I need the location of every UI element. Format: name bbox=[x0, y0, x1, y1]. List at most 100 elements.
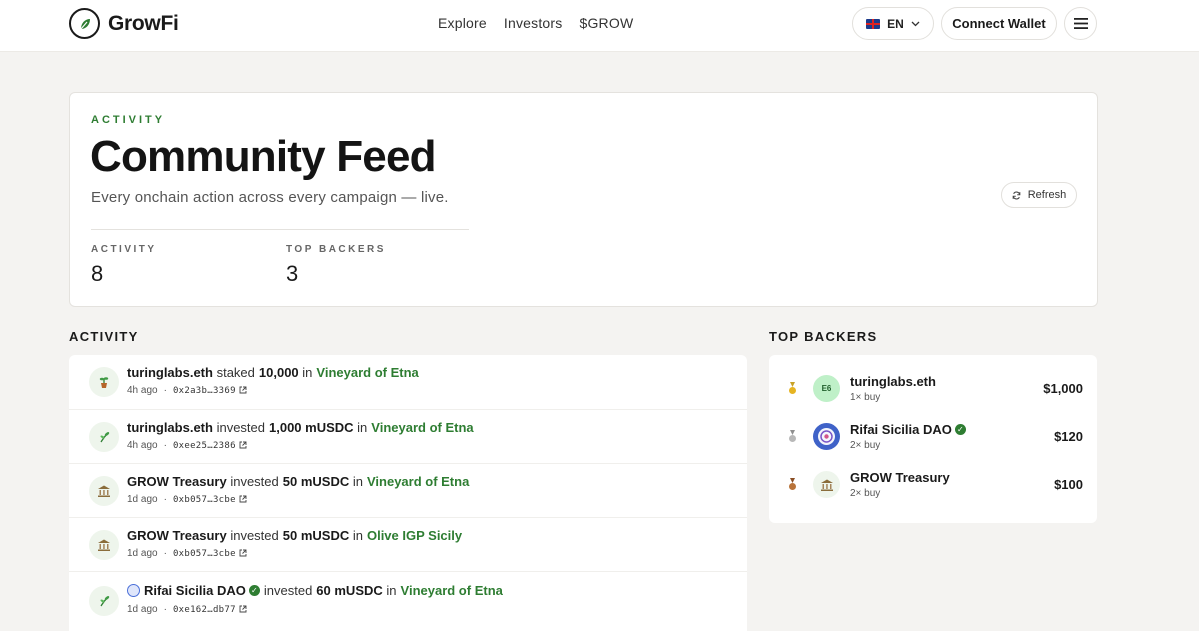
top-backers-list: E6 turinglabs.eth 1× buy $1,000 Rifai Si… bbox=[769, 355, 1097, 523]
activity-row[interactable]: turinglabs.eth staked 10,000 in Vineyard… bbox=[69, 355, 747, 409]
refresh-icon bbox=[1012, 190, 1021, 200]
campaign-link[interactable]: Vineyard of Etna bbox=[316, 365, 418, 380]
backer-row[interactable]: GROW Treasury 2× buy $100 bbox=[769, 463, 1097, 511]
action-amount: 10,000 bbox=[258, 365, 299, 380]
backer-name: Rifai Sicilia DAO bbox=[850, 422, 952, 437]
action-verb: staked bbox=[216, 365, 255, 380]
nav-investors[interactable]: Investors bbox=[504, 15, 563, 31]
leaf-logo-icon bbox=[69, 8, 100, 39]
backer-row[interactable]: E6 turinglabs.eth 1× buy $1,000 bbox=[769, 367, 1097, 415]
verified-check-icon: ✓ bbox=[954, 424, 966, 435]
sprout-icon bbox=[89, 422, 119, 452]
actor-name[interactable]: turinglabs.eth bbox=[127, 420, 213, 435]
activity-meta: 4h ago · 0xee25…2386 bbox=[127, 440, 247, 451]
stat-top-backers-value: 3 bbox=[286, 261, 299, 286]
action-preposition: in bbox=[357, 420, 368, 435]
action-preposition: in bbox=[302, 365, 313, 380]
brand[interactable]: GrowFi bbox=[69, 8, 179, 39]
separator-dot: · bbox=[163, 604, 167, 615]
tx-hash-link[interactable]: 0xb057…3cbe bbox=[173, 549, 247, 559]
section-eyebrow: ACTIVITY bbox=[91, 114, 166, 126]
language-selector[interactable]: EN bbox=[852, 7, 934, 40]
uk-flag-icon bbox=[866, 18, 881, 29]
bronze-medal-icon bbox=[789, 478, 796, 490]
action-verb: invested bbox=[216, 420, 265, 435]
connect-wallet-button[interactable]: Connect Wallet bbox=[941, 7, 1057, 40]
refresh-button[interactable]: Refresh bbox=[1001, 182, 1077, 208]
bank-icon bbox=[89, 530, 119, 560]
campaign-link[interactable]: Olive IGP Sicily bbox=[367, 528, 462, 543]
stat-activity-label: ACTIVITY bbox=[91, 244, 157, 255]
potted-plant-icon bbox=[89, 367, 119, 397]
external-link-icon bbox=[239, 386, 247, 394]
avatar: E6 bbox=[813, 375, 840, 402]
gold-medal-icon bbox=[789, 382, 796, 394]
action-amount: 50 mUSDC bbox=[282, 474, 350, 489]
divider bbox=[91, 229, 469, 230]
timestamp: 1d ago bbox=[127, 494, 158, 505]
bank-icon bbox=[89, 476, 119, 506]
separator-dot: · bbox=[163, 548, 167, 559]
timestamp: 4h ago bbox=[127, 385, 158, 396]
campaign-link[interactable]: Vineyard of Etna bbox=[367, 474, 469, 489]
activity-meta: 1d ago · 0xe162…db77 bbox=[127, 604, 247, 615]
activity-section-title: ACTIVITY bbox=[69, 329, 139, 344]
nav-explore[interactable]: Explore bbox=[438, 15, 487, 31]
action-amount: 50 mUSDC bbox=[282, 528, 350, 543]
dao-avatar bbox=[127, 584, 140, 597]
language-label: EN bbox=[887, 16, 904, 31]
action-amount: 1,000 mUSDC bbox=[269, 420, 354, 435]
activity-meta: 1d ago · 0xb057…3cbe bbox=[127, 494, 247, 505]
top-navigation-bar: GrowFi Explore Investors $GROW EN Connec… bbox=[0, 0, 1199, 52]
campaign-link[interactable]: Vineyard of Etna bbox=[371, 420, 473, 435]
activity-row[interactable]: GROW Treasury invested 50 mUSDC in Viney… bbox=[69, 463, 747, 517]
activity-description: GROW Treasury invested 50 mUSDC in Viney… bbox=[127, 474, 473, 489]
backer-name: GROW Treasury bbox=[850, 470, 950, 485]
sprout-icon bbox=[89, 586, 119, 616]
backer-buy-count: 2× buy bbox=[850, 488, 881, 499]
tx-hash-link[interactable]: 0xe162…db77 bbox=[173, 605, 247, 615]
silver-medal-icon bbox=[789, 430, 796, 442]
tx-hash-link[interactable]: 0xb057…3cbe bbox=[173, 495, 247, 505]
actor-name[interactable]: turinglabs.eth bbox=[127, 365, 213, 380]
action-amount: 60 mUSDC bbox=[316, 583, 383, 598]
action-preposition: in bbox=[352, 474, 363, 489]
campaign-link[interactable]: Vineyard of Etna bbox=[401, 583, 503, 598]
activity-row[interactable]: turinglabs.eth invested 1,000 mUSDC in V… bbox=[69, 409, 747, 463]
stat-top-backers-label: TOP BACKERS bbox=[286, 244, 386, 255]
page-title: Community Feed bbox=[90, 132, 437, 181]
tx-hash-link[interactable]: 0xee25…2386 bbox=[173, 441, 247, 451]
hamburger-menu-button[interactable] bbox=[1064, 7, 1097, 40]
activity-row[interactable]: Rifai Sicilia DAO ✓ invested 60 mUSDC in… bbox=[69, 571, 747, 631]
bank-icon bbox=[813, 471, 840, 498]
refresh-label: Refresh bbox=[1027, 189, 1067, 201]
activity-description: turinglabs.eth invested 1,000 mUSDC in V… bbox=[127, 420, 478, 435]
brand-name: GrowFi bbox=[108, 11, 179, 35]
tx-hash-link[interactable]: 0x2a3b…3369 bbox=[173, 386, 247, 396]
action-preposition: in bbox=[352, 528, 363, 543]
timestamp: 1d ago bbox=[127, 604, 158, 615]
external-link-icon bbox=[239, 441, 247, 449]
timestamp: 4h ago bbox=[127, 440, 158, 451]
dao-avatar bbox=[813, 423, 840, 450]
actor-name[interactable]: GROW Treasury bbox=[127, 474, 227, 489]
actor-name[interactable]: Rifai Sicilia DAO bbox=[144, 583, 246, 598]
backer-name-group: Rifai Sicilia DAO ✓ bbox=[850, 422, 970, 437]
external-link-icon bbox=[239, 605, 247, 613]
activity-row[interactable]: GROW Treasury invested 50 mUSDC in Olive… bbox=[69, 517, 747, 571]
backer-amount: $120 bbox=[1054, 429, 1083, 444]
backer-row[interactable]: Rifai Sicilia DAO ✓ 2× buy $120 bbox=[769, 415, 1097, 463]
activity-meta: 4h ago · 0x2a3b…3369 bbox=[127, 385, 247, 396]
stat-activity-value: 8 bbox=[91, 261, 104, 286]
hamburger-icon bbox=[1073, 18, 1088, 29]
backer-amount: $1,000 bbox=[1043, 381, 1083, 396]
action-verb: invested bbox=[230, 528, 279, 543]
timestamp: 1d ago bbox=[127, 548, 158, 559]
action-verb: invested bbox=[230, 474, 279, 489]
backer-buy-count: 2× buy bbox=[850, 440, 881, 451]
backer-name: turinglabs.eth bbox=[850, 374, 936, 389]
actor-name[interactable]: GROW Treasury bbox=[127, 528, 227, 543]
backer-buy-count: 1× buy bbox=[850, 392, 881, 403]
separator-dot: · bbox=[163, 440, 167, 451]
nav-grow-token[interactable]: $GROW bbox=[579, 15, 633, 31]
